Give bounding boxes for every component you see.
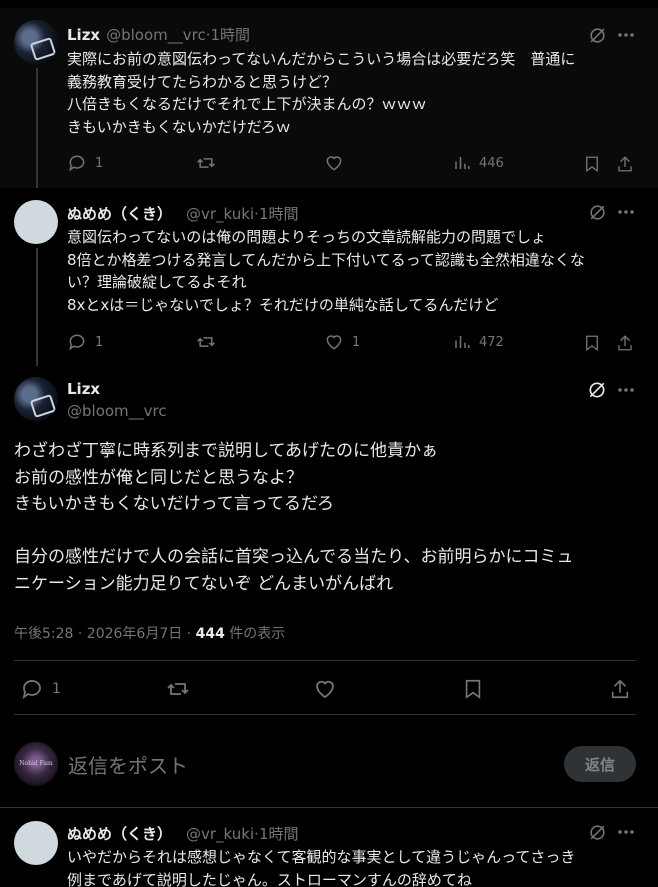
reply-button[interactable]: 1 bbox=[67, 332, 103, 352]
tweet-line: 自分の感性だけで人の会話に首突っ込んでる当たり、お前明らかにコミュ bbox=[14, 547, 574, 567]
reply-count: 1 bbox=[95, 155, 104, 171]
retweet-button[interactable] bbox=[195, 153, 225, 173]
timestamp[interactable]: 午後5:28 · 2026年6月7日 · bbox=[14, 626, 196, 642]
like-icon bbox=[326, 335, 342, 350]
like-button[interactable] bbox=[324, 153, 352, 173]
divider bbox=[14, 660, 636, 661]
like-icon[interactable] bbox=[312, 676, 338, 702]
reply-count: 1 bbox=[95, 334, 104, 350]
tweet-header: ぬめめ（くき） @vr_kuki · 1時間 bbox=[67, 203, 298, 224]
views-count: 472 bbox=[479, 334, 504, 350]
bookmark-icon[interactable] bbox=[581, 332, 603, 354]
avatar-text: Nohid Fam bbox=[19, 760, 53, 767]
share-icon[interactable] bbox=[607, 676, 633, 702]
tweet-text: わざわざ丁寧に時系列まで説明してあげたのに他責かぁ お前の感性が俺と同じだと思う… bbox=[14, 438, 573, 597]
like-icon bbox=[326, 156, 342, 171]
user-handle[interactable]: @bloom__vrc bbox=[106, 26, 206, 44]
tweet-text: 実際にお前の意図伝わってないんだからこういう場合は必要だろ笑 普通に 義務教育受… bbox=[67, 48, 575, 138]
thread-line bbox=[36, 248, 38, 366]
tweet-line: きもいかきもくないかだけだろｗ bbox=[67, 117, 291, 136]
tweet-time[interactable]: 1時間 bbox=[259, 823, 299, 844]
views-icon bbox=[455, 157, 470, 169]
tweet-meta: 午後5:28 · 2026年6月7日 · 444 件の表示 bbox=[14, 623, 285, 643]
display-name[interactable]: ぬめめ（くき） bbox=[67, 203, 172, 224]
like-button[interactable]: 1 bbox=[324, 332, 360, 352]
views-count: 444 bbox=[195, 626, 225, 642]
reply-button[interactable]: 1 bbox=[20, 677, 61, 701]
tweet-line: 例まであげて説明したじゃん。ストローマンすんの辞めてね bbox=[67, 870, 472, 887]
tweet-line bbox=[14, 518, 573, 545]
avatar[interactable] bbox=[14, 821, 58, 865]
tweet-header: Lizx @bloom__vrc · 1時間 bbox=[67, 24, 250, 45]
reply-button[interactable]: 1 bbox=[67, 153, 103, 173]
tweet-line: わざわざ丁寧に時系列まで説明してあげたのに他責かぁ bbox=[14, 441, 438, 461]
display-name[interactable]: ぬめめ（くき） bbox=[67, 823, 172, 844]
tweet-item[interactable]: ぬめめ（くき） @vr_kuki · 1時間 いやだからそれは感想じゃなくて客観… bbox=[0, 808, 658, 887]
share-icon[interactable] bbox=[614, 153, 636, 175]
user-handle[interactable]: @bloom__vrc bbox=[67, 402, 167, 420]
reply-icon bbox=[69, 334, 85, 351]
avatar[interactable] bbox=[14, 377, 58, 421]
tweet-text: 意図伝わってないのは俺の問題よりそっちの文章読解能力の問題でしょ 8倍とか格差つ… bbox=[67, 226, 585, 316]
bookmark-icon[interactable] bbox=[460, 676, 486, 702]
thread-line bbox=[36, 68, 38, 188]
tweet-line: 8倍とか格差つける発言してんだから上下付いてるって認識も全然相違なくな bbox=[67, 250, 585, 269]
tweet-line: お前の感性が俺と同じだと思うなよ？ bbox=[14, 467, 303, 488]
grok-icon[interactable] bbox=[585, 23, 609, 47]
tweet-line: い？理論破綻してるよそれ bbox=[67, 273, 247, 291]
share-icon[interactable] bbox=[614, 332, 636, 354]
reply-input[interactable]: 返信をポスト bbox=[68, 750, 188, 779]
reply-icon bbox=[69, 155, 85, 172]
tweet-item[interactable]: Lizx @bloom__vrc · 1時間 実際にお前の意図伝わってないんだか… bbox=[0, 8, 658, 188]
more-icon[interactable] bbox=[614, 377, 638, 403]
tweet-line: きもいかきもくないだけって言ってるだろ bbox=[14, 494, 334, 514]
reply-icon bbox=[22, 680, 41, 700]
reply-submit-button[interactable]: 返信 bbox=[564, 746, 636, 782]
like-count: 1 bbox=[352, 334, 361, 350]
user-handle[interactable]: @vr_kuki bbox=[186, 205, 254, 223]
divider bbox=[14, 714, 636, 715]
views-button[interactable]: 446 bbox=[453, 153, 504, 173]
reply-count: 1 bbox=[52, 681, 61, 697]
retweet-icon bbox=[197, 337, 215, 347]
more-icon[interactable] bbox=[614, 23, 638, 47]
views-icon bbox=[455, 336, 470, 348]
views-label: 件の表示 bbox=[224, 626, 286, 642]
display-name[interactable]: Lizx bbox=[67, 26, 100, 44]
views-count: 446 bbox=[479, 155, 504, 171]
more-icon[interactable] bbox=[614, 200, 638, 224]
user-handle[interactable]: @vr_kuki bbox=[186, 825, 254, 843]
views-button[interactable]: 472 bbox=[453, 332, 504, 352]
retweet-icon[interactable] bbox=[164, 676, 192, 702]
tweet-text: いやだからそれは感想じゃなくて客観的な事実として違うじゃんってさっき 例まであげ… bbox=[67, 846, 575, 887]
grok-icon[interactable] bbox=[585, 200, 609, 224]
tweet-line: 意図伝わってないのは俺の問題よりそっちの文章読解能力の問題でしょ bbox=[67, 228, 546, 246]
avatar[interactable] bbox=[14, 200, 58, 244]
tweet-line: いやだからそれは感想じゃなくて客観的な事実として違うじゃんってさっき bbox=[67, 848, 576, 866]
grok-icon[interactable] bbox=[585, 820, 609, 844]
focused-tweet: Lizx @bloom__vrc わざわざ丁寧に時系列まで説明してあげたのに他責… bbox=[0, 366, 658, 808]
tweet-line: ニケーション能力足りてないぞ どんまいがんばれ bbox=[14, 573, 394, 594]
grok-icon[interactable] bbox=[584, 377, 610, 403]
retweet-icon bbox=[197, 158, 215, 168]
tweet-line: 八倍きもくなるだけでそれで上下が決まんの？ｗｗｗ bbox=[67, 95, 427, 113]
avatar[interactable]: Nohid Fam bbox=[14, 742, 58, 786]
tweet-time[interactable]: 1時間 bbox=[259, 203, 299, 224]
reply-composer: Nohid Fam 返信をポスト 返信 bbox=[0, 728, 658, 808]
more-icon[interactable] bbox=[614, 820, 638, 844]
display-name[interactable]: Lizx bbox=[67, 380, 100, 398]
tweet-item[interactable]: ぬめめ（くき） @vr_kuki · 1時間 意図伝わってないのは俺の問題よりそ… bbox=[0, 188, 658, 366]
tweet-line: 実際にお前の意図伝わってないんだからこういう場合は必要だろ笑 普通に bbox=[67, 50, 576, 68]
bookmark-icon[interactable] bbox=[581, 153, 603, 175]
avatar[interactable] bbox=[14, 20, 58, 64]
tweet-line: 義務教育受けてたらわかると思うけど？ bbox=[67, 72, 338, 91]
tweet-time[interactable]: 1時間 bbox=[211, 24, 251, 45]
tweet-line: 8xとxは＝じゃないでしょ？それだけの単純な話してるんだけど bbox=[67, 295, 499, 314]
tweet-header: ぬめめ（くき） @vr_kuki · 1時間 bbox=[67, 823, 298, 844]
retweet-button[interactable] bbox=[195, 332, 225, 352]
